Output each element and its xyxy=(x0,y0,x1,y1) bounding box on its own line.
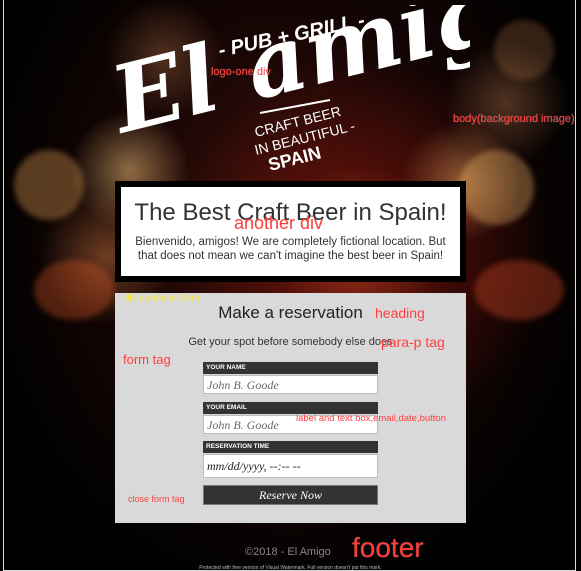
annotation-label-box: label and text box,email,date,button xyxy=(296,413,446,424)
bokeh-light xyxy=(474,260,564,320)
name-label: YOUR NAME xyxy=(203,362,378,374)
annotation-logo-div: logo-one div xyxy=(211,66,271,78)
bokeh-light xyxy=(34,260,114,320)
annotation-footer: footer xyxy=(352,532,424,563)
annotation-form-tag: form tag xyxy=(123,352,171,367)
annotation-another-div: another div xyxy=(234,213,324,233)
logo: - PUB + GRILL - El amigo CRAFT BEER IN B… xyxy=(110,5,470,175)
annotation-para-tag: para-p tag xyxy=(381,334,445,350)
bokeh-light xyxy=(494,20,554,80)
name-field[interactable]: John B. Goode xyxy=(203,375,378,394)
annotation-div-contains-form: div contains form xyxy=(124,293,200,304)
hero-text: Bienvenido, amigos! We are completely fi… xyxy=(135,236,446,262)
reservation-panel: Make a reservation Get your spot before … xyxy=(115,293,466,523)
annotation-heading: heading xyxy=(375,305,425,321)
watermark-text: Protected with free version of Visual Wa… xyxy=(199,565,382,571)
annotation-close-form: close form tag xyxy=(128,494,185,504)
reservation-time-field[interactable]: mm/dd/yyyy, --:-- -- xyxy=(203,454,378,478)
bokeh-light xyxy=(14,150,84,220)
footer-copyright: ©2018 - El Amigo xyxy=(245,546,331,558)
bokeh-light xyxy=(459,150,534,225)
reserve-now-button[interactable]: Reserve Now xyxy=(203,485,378,505)
time-label: RESERVATION TIME xyxy=(203,441,378,453)
annotation-body-bg: body(background image) xyxy=(453,113,575,125)
